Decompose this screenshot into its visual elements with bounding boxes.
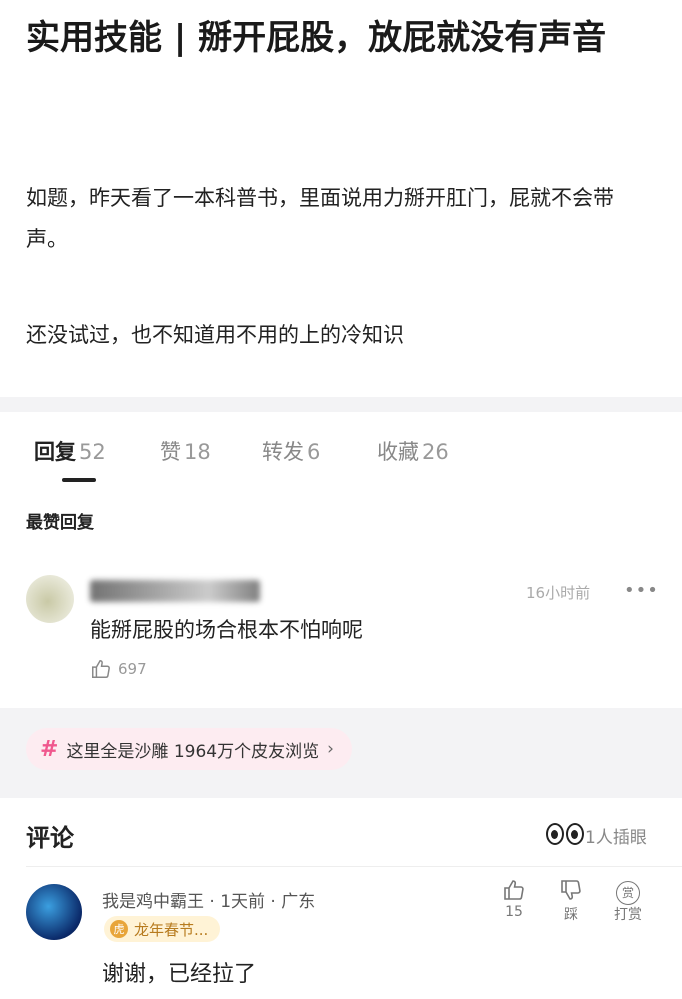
tab-favorites-label: 收藏 (377, 440, 419, 464)
tab-replies[interactable]: 回复 52 (34, 436, 106, 466)
post-paragraph-2: 还没试过，也不知道用不用的上的冷知识 (26, 323, 404, 347)
hash-icon: # (40, 736, 59, 762)
tab-replies-count: 52 (79, 440, 106, 464)
tip-button[interactable]: 赏 打赏 (606, 878, 650, 924)
tab-shares-label: 转发 (262, 440, 304, 464)
badge-label: 龙年春节... (134, 920, 209, 939)
avatar[interactable] (26, 884, 82, 940)
thumbs-up-icon (92, 660, 110, 678)
comment-like-count: 15 (505, 904, 523, 920)
chevron-right-icon: › (327, 739, 334, 759)
comments-title: 评论 (26, 824, 74, 852)
tip-icon: 赏 (616, 881, 640, 905)
blurred-username[interactable] (90, 580, 260, 602)
tab-favorites[interactable]: 收藏 26 (377, 436, 449, 466)
comment-like-button[interactable]: 15 (492, 878, 536, 920)
post-paragraph-1: 如题，昨天看了一本科普书，里面说用力掰开肛门，屁就不会带声。 (26, 186, 614, 251)
post-title: 实用技能 | 掰开屁股，放屁就没有声音 (26, 18, 607, 58)
tip-label: 打赏 (614, 907, 642, 923)
tiger-badge-icon: 虎 (110, 920, 128, 938)
thumbs-down-icon (549, 878, 593, 904)
tab-likes[interactable]: 赞 18 (160, 436, 211, 466)
more-options-icon[interactable]: ••• (624, 580, 659, 601)
dislike-label: 踩 (564, 907, 578, 923)
comment-username-meta[interactable]: 我是鸡中霸王 · 1天前 · 广东 (102, 887, 315, 912)
tab-shares-count: 6 (307, 440, 321, 464)
comment-text: 谢谢，已经拉了 (102, 962, 257, 987)
replies-card: 回复 52 赞 18 转发 6 收藏 26 最赞回复 16小时前 ••• 能掰屁股的场合… (0, 412, 682, 708)
divider (26, 866, 682, 867)
status-badge[interactable]: 虎 龙年春节... (104, 916, 221, 942)
topic-pill[interactable]: # 这里全是沙雕 1964万个皮友浏览 › (26, 728, 352, 770)
eyes-icon[interactable] (546, 823, 584, 845)
tab-likes-label: 赞 (160, 440, 181, 464)
reply-time: 16小时前 (526, 584, 591, 602)
reply-text: 能掰屁股的场合根本不怕响呢 (90, 618, 363, 642)
top-reply-heading: 最赞回复 (26, 513, 94, 533)
post-card: 实用技能 | 掰开屁股，放屁就没有声音 如题，昨天看了一本科普书，里面说用力掰开… (0, 0, 682, 397)
active-tab-indicator (62, 478, 96, 482)
tab-likes-count: 18 (184, 440, 211, 464)
reply-like-button[interactable]: 697 (90, 658, 147, 680)
tab-favorites-count: 26 (422, 440, 449, 464)
comments-card: 评论 1人插眼 我是鸡中霸王 · 1天前 · 广东 虎 龙年春节... 谢谢，已… (0, 798, 682, 999)
reply-like-count: 697 (118, 660, 147, 678)
topic-label: 这里全是沙雕 1964万个皮友浏览 (66, 741, 320, 762)
comment-dislike-button[interactable]: 踩 (549, 878, 593, 924)
tab-replies-label: 回复 (34, 440, 76, 464)
thumbs-up-icon (492, 878, 536, 904)
peek-count-label[interactable]: 1人插眼 (585, 823, 647, 848)
tab-shares[interactable]: 转发 6 (262, 436, 320, 466)
avatar[interactable] (26, 575, 74, 623)
